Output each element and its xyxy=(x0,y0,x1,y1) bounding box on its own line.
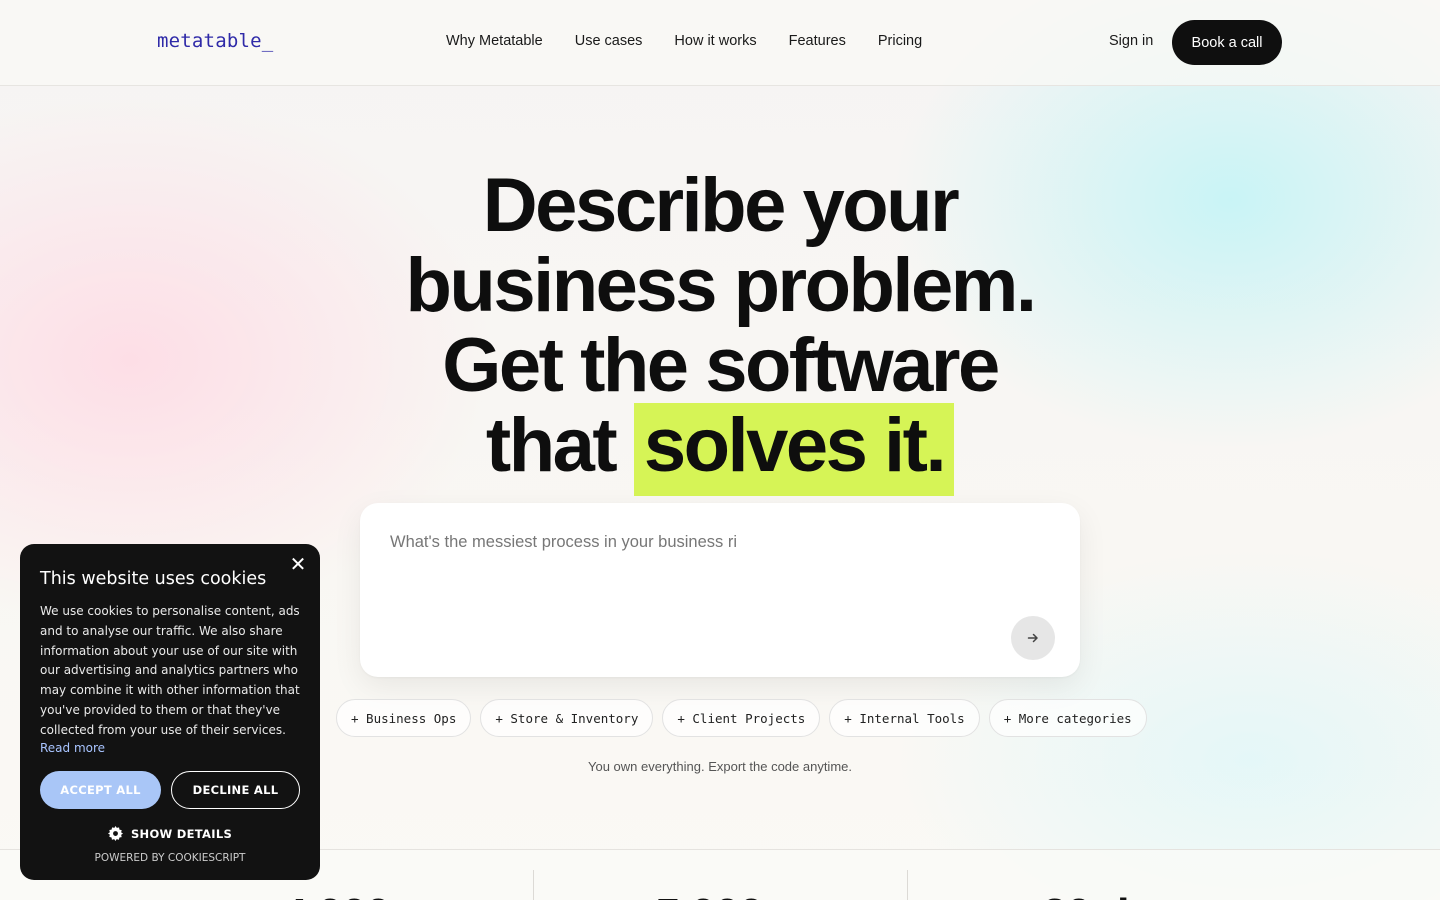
show-details-label: SHOW DETAILS xyxy=(130,826,233,841)
cookie-title: This website uses cookies xyxy=(40,569,267,589)
cookie-banner: ✕ This website uses cookies We use cooki… xyxy=(20,544,320,880)
read-more-link[interactable]: Read more xyxy=(40,741,105,755)
category-chips: + Business Ops + Store & Inventory + Cli… xyxy=(336,699,1147,737)
prompt-input[interactable] xyxy=(390,527,1030,557)
nav-how-it-works[interactable]: How it works xyxy=(674,33,756,49)
nav-use-cases[interactable]: Use cases xyxy=(575,33,643,49)
prompt-box xyxy=(360,503,1080,677)
gear-icon xyxy=(107,826,123,841)
hero-line-2: business problem. xyxy=(405,243,1038,328)
chip-business-ops[interactable]: + Business Ops xyxy=(336,699,472,737)
hero-line-4-text: that xyxy=(485,403,618,488)
stat-value-3: 30 d xyxy=(1042,888,1130,900)
chip-client-projects[interactable]: + Client Projects xyxy=(662,699,821,737)
hero-line-1: Describe your xyxy=(482,163,960,248)
nav-pricing[interactable]: Pricing xyxy=(878,33,922,49)
arrow-right-icon xyxy=(1027,633,1038,643)
accept-all-button[interactable]: ACCEPT ALL xyxy=(40,771,161,809)
sign-in-link[interactable]: Sign in xyxy=(1109,33,1153,49)
site-header: metatable_ Why Metatable Use cases How i… xyxy=(0,0,1440,86)
stat-divider xyxy=(907,870,908,900)
send-button[interactable] xyxy=(1011,616,1055,660)
main-nav: Why Metatable Use cases How it works Fea… xyxy=(446,33,922,49)
hero-line-4: that solves it. xyxy=(0,403,1440,496)
chip-internal-tools[interactable]: + Internal Tools xyxy=(829,699,980,737)
hero-highlight: solves it. xyxy=(633,403,955,496)
show-details-toggle[interactable]: SHOW DETAILS xyxy=(20,826,320,841)
stat-value-2: 5,000 xyxy=(655,888,764,900)
decline-all-button[interactable]: DECLINE ALL xyxy=(171,771,300,809)
nav-features[interactable]: Features xyxy=(789,33,846,49)
close-icon[interactable]: ✕ xyxy=(289,554,307,574)
stat-divider xyxy=(533,870,534,900)
chip-store-inventory[interactable]: + Store & Inventory xyxy=(480,699,654,737)
powered-by: POWERED BY COOKIESCRIPT xyxy=(94,852,246,864)
nav-why-metatable[interactable]: Why Metatable xyxy=(446,33,543,49)
hero-line-3: Get the software xyxy=(442,323,1000,408)
cookie-text: We use cookies to personalise content, a… xyxy=(40,604,300,737)
stat-value-1: 4,000 xyxy=(282,888,391,900)
book-call-button[interactable]: Book a call xyxy=(1172,20,1282,65)
chip-more-categories[interactable]: + More categories xyxy=(988,699,1147,737)
hero-headline: Describe your business problem. Get the … xyxy=(0,163,1440,496)
logo[interactable]: metatable_ xyxy=(157,30,273,52)
